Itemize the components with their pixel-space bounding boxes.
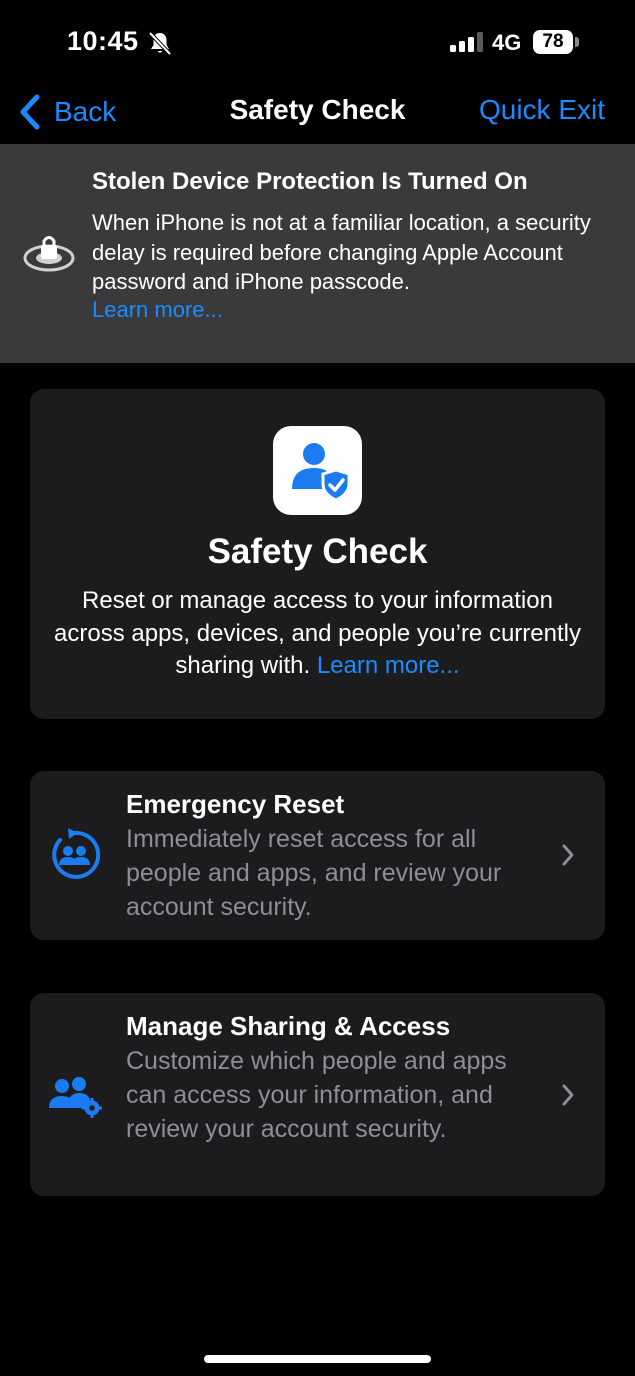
- person-shield-icon: [292, 443, 351, 502]
- navigation-bar: Back Safety Check Quick Exit: [0, 80, 635, 144]
- screen: 10:45 4G 78 Back Safety Check Quick Exit: [0, 0, 635, 1376]
- chevron-right-icon: [562, 844, 574, 866]
- emergency-reset-option[interactable]: Emergency Reset Immediately reset access…: [30, 771, 605, 940]
- bell-slash-icon: [148, 31, 172, 56]
- status-bar: 10:45 4G 78: [0, 0, 635, 80]
- banner-title: Stolen Device Protection Is Turned On: [92, 168, 528, 195]
- home-indicator[interactable]: [204, 1355, 431, 1363]
- battery-icon: 78: [533, 30, 573, 54]
- status-time: 10:45: [67, 26, 139, 56]
- option-description: Customize which people and apps can acce…: [126, 1047, 507, 1143]
- option-description: Immediately reset access for all people …: [126, 825, 502, 921]
- option-title: Manage Sharing & Access: [126, 1011, 451, 1041]
- quick-exit-button[interactable]: Quick Exit: [479, 94, 605, 126]
- stolen-device-lock-icon: [23, 236, 75, 272]
- battery-cap: [575, 37, 579, 47]
- emergency-reset-icon: [52, 828, 101, 879]
- option-title: Emergency Reset: [126, 789, 345, 819]
- chevron-right-icon: [562, 1084, 574, 1106]
- hero-title: Safety Check: [207, 532, 428, 571]
- manage-sharing-icon: [49, 1077, 102, 1118]
- banner-body: When iPhone is not at a familiar locatio…: [92, 210, 591, 294]
- hero-learn-more-link[interactable]: Learn more...: [317, 652, 460, 679]
- network-type: 4G: [492, 30, 522, 55]
- banner-learn-more-link[interactable]: Learn more...: [92, 297, 223, 323]
- safety-check-app-icon: [273, 426, 362, 515]
- cellular-signal-icon: [450, 32, 483, 52]
- battery-level: 78: [542, 31, 564, 52]
- manage-sharing-option[interactable]: Manage Sharing & Access Customize which …: [30, 993, 605, 1196]
- hero-description: Reset or manage access to your informati…: [50, 585, 585, 683]
- safety-check-card: Safety Check Reset or manage access to y…: [30, 389, 605, 719]
